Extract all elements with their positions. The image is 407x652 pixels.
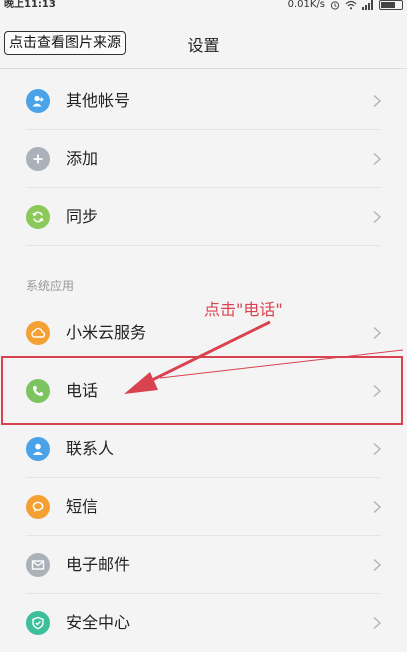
annotation-arrow-icon — [124, 320, 404, 394]
annotation-text: 点击"电话" — [204, 300, 283, 319]
